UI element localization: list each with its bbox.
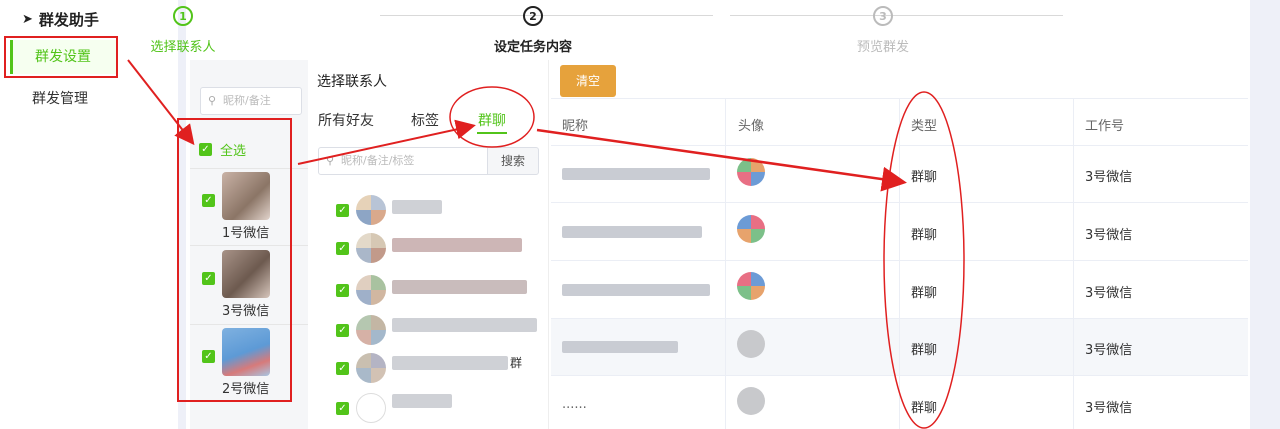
- avatar: [356, 275, 386, 305]
- account-cell: 3号微信: [1085, 401, 1133, 416]
- annotation-box-settings: [4, 36, 118, 78]
- checkbox-icon: ✓: [336, 324, 349, 337]
- contact-search-input[interactable]: ⚲ 昵称/备注/标签: [318, 147, 488, 175]
- checkbox-icon: ✓: [336, 402, 349, 415]
- account-cell: 3号微信: [1085, 170, 1133, 185]
- column-header-avatar: 头像: [738, 119, 765, 134]
- search-icon: ⚲: [326, 154, 335, 167]
- contact-name: [392, 394, 452, 408]
- list-item[interactable]: ✓: [336, 228, 546, 268]
- contact-name-suffix: 群: [510, 356, 523, 370]
- nickname-cell: [562, 341, 678, 353]
- app-brand: ➤ 群发助手: [22, 9, 99, 30]
- checkbox-icon: ✓: [336, 242, 349, 255]
- column-header-nickname: 昵称: [562, 119, 589, 134]
- type-cell: 群聊: [911, 401, 938, 416]
- step-number: 1: [173, 6, 193, 26]
- avatar: [356, 233, 386, 263]
- avatar: [737, 330, 765, 358]
- avatar: [737, 158, 765, 186]
- step-label: 选择联系人: [150, 40, 216, 55]
- avatar: [356, 393, 386, 423]
- clear-button[interactable]: 清空: [560, 65, 616, 97]
- contact-name: [392, 280, 527, 294]
- step-label: 设定任务内容: [493, 40, 572, 55]
- sidebar-item-mass-send-management[interactable]: 群发管理: [10, 82, 116, 116]
- checkbox-icon: ✓: [336, 284, 349, 297]
- column-header-account: 工作号: [1085, 119, 1125, 134]
- type-cell: 群聊: [911, 228, 938, 243]
- search-icon: ⚲: [208, 94, 217, 107]
- contact-search-placeholder: 昵称/备注/标签: [341, 154, 415, 167]
- step-preview-send[interactable]: 3 预览群发: [833, 6, 933, 55]
- list-item[interactable]: ✓: [336, 270, 546, 310]
- step-label: 预览群发: [856, 40, 909, 55]
- tab-group-chats[interactable]: 群聊: [478, 110, 506, 130]
- list-item[interactable]: ✓: [336, 190, 546, 230]
- account-search-input[interactable]: ⚲ 昵称/备注: [200, 87, 302, 115]
- active-tab-indicator: [477, 132, 507, 134]
- account-cell: 3号微信: [1085, 228, 1133, 243]
- avatar: [356, 195, 386, 225]
- step-select-contacts[interactable]: 1 选择联系人: [133, 6, 233, 55]
- list-item[interactable]: ✓: [336, 388, 546, 428]
- tab-all-friends[interactable]: 所有好友: [318, 110, 374, 130]
- account-search-placeholder: 昵称/备注: [223, 94, 271, 107]
- account-cell: 3号微信: [1085, 343, 1133, 358]
- contact-name: [392, 200, 442, 214]
- column-divider: [1073, 98, 1074, 429]
- nickname-cell: [562, 284, 710, 296]
- brand-title: 群发助手: [38, 11, 99, 29]
- nickname-cell: [562, 168, 710, 180]
- contact-name: [392, 238, 522, 252]
- contact-name: [392, 318, 537, 332]
- checkbox-icon: ✓: [336, 204, 349, 217]
- checkbox-icon: ✓: [336, 362, 349, 375]
- list-item[interactable]: ✓ 群: [336, 348, 546, 388]
- type-cell: 群聊: [911, 286, 938, 301]
- nickname-cell: ......: [562, 397, 587, 412]
- step-set-task-content[interactable]: 2 设定任务内容: [483, 6, 583, 55]
- column-divider: [899, 98, 900, 429]
- account-cell: 3号微信: [1085, 286, 1133, 301]
- annotation-box-accounts: [177, 118, 292, 402]
- contact-name: [392, 356, 508, 370]
- nickname-cell: [562, 226, 702, 238]
- column-header-type: 类型: [911, 119, 938, 134]
- list-item[interactable]: ✓: [336, 310, 546, 350]
- avatar: [737, 387, 765, 415]
- contacts-title: 选择联系人: [317, 74, 387, 90]
- type-cell: 群聊: [911, 170, 938, 185]
- avatar: [737, 272, 765, 300]
- step-number: 2: [523, 6, 543, 26]
- step-number: 3: [873, 6, 893, 26]
- search-button[interactable]: 搜索: [487, 147, 539, 175]
- type-cell: 群聊: [911, 343, 938, 358]
- avatar: [356, 315, 386, 345]
- tab-tags[interactable]: 标签: [411, 110, 439, 130]
- column-divider: [725, 98, 726, 429]
- avatar: [737, 215, 765, 243]
- avatar: [356, 353, 386, 383]
- send-icon: ➤: [22, 12, 33, 27]
